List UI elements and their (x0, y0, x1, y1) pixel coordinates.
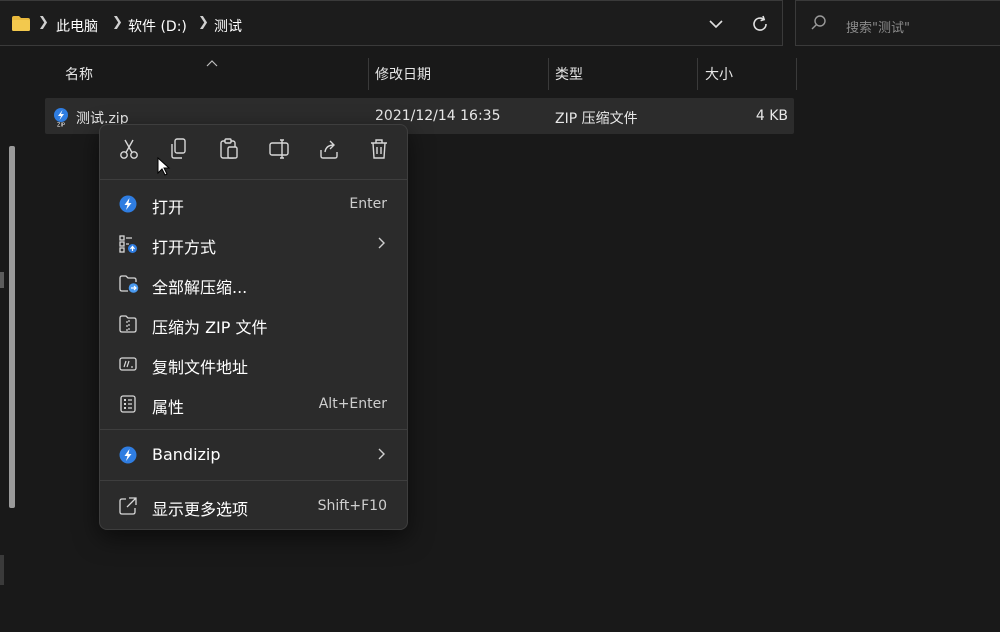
menu-item-label: 打开方式 (152, 238, 217, 257)
menu-item-open-with[interactable]: 打开方式 (100, 225, 407, 263)
menu-item-open[interactable]: 打开 Enter (100, 185, 407, 223)
column-header-modified[interactable]: 修改日期 (375, 64, 431, 84)
delete-icon[interactable] (368, 137, 390, 165)
refresh-icon[interactable] (750, 14, 770, 38)
copy-path-icon (118, 354, 138, 378)
file-type: ZIP 压缩文件 (555, 111, 638, 127)
column-divider[interactable] (697, 58, 698, 90)
chevron-right-icon (377, 445, 387, 467)
cut-icon[interactable] (118, 137, 140, 165)
chevron-right-icon: ❯ (112, 15, 123, 30)
menu-item-compress-zip[interactable]: 压缩为 ZIP 文件 (100, 305, 407, 343)
bandizip-icon (118, 445, 138, 469)
search-icon (810, 14, 828, 36)
column-header-name[interactable]: 名称 (65, 64, 93, 84)
menu-item-properties[interactable]: 属性 Alt+Enter (100, 385, 407, 423)
file-modified: 2021/12/14 16:35 (375, 108, 501, 124)
chevron-down-icon[interactable] (708, 16, 724, 36)
menu-item-extract-all[interactable]: 全部解压缩... (100, 265, 407, 303)
menu-item-copy-path[interactable]: 复制文件地址 (100, 345, 407, 383)
menu-item-label: 压缩为 ZIP 文件 (152, 318, 268, 337)
share-icon[interactable] (318, 137, 340, 165)
sort-ascending-icon (206, 55, 218, 71)
column-divider[interactable] (796, 58, 797, 90)
menu-item-label: 属性 (152, 398, 185, 417)
column-header-size[interactable]: 大小 (705, 64, 733, 84)
breadcrumb-drive[interactable]: 软件 (D:) (128, 16, 187, 36)
search-placeholder: 搜索"测试" (846, 21, 910, 36)
properties-icon (118, 394, 138, 418)
zip-file-icon: ZIP (52, 107, 70, 131)
bandizip-icon (118, 194, 138, 218)
column-divider[interactable] (368, 58, 369, 90)
menu-item-shortcut: Enter (349, 196, 387, 212)
menu-item-shortcut: Shift+F10 (317, 498, 387, 514)
menu-divider (100, 429, 407, 430)
nav-edge-marker (0, 555, 4, 585)
svg-text:ZIP: ZIP (57, 123, 65, 128)
mouse-cursor-icon (157, 156, 171, 181)
paste-icon[interactable] (218, 137, 240, 165)
menu-item-label: 复制文件地址 (152, 358, 249, 377)
menu-item-bandizip[interactable]: Bandizip (100, 436, 407, 474)
breadcrumb-this-pc[interactable]: 此电脑 (56, 16, 98, 36)
menu-divider (100, 179, 407, 180)
show-more-icon (118, 496, 138, 520)
column-divider[interactable] (548, 58, 549, 90)
file-size: 4 KB (755, 108, 788, 124)
menu-item-label: 打开 (152, 198, 185, 217)
menu-item-label: 显示更多选项 (152, 500, 249, 519)
nav-edge-marker (0, 272, 4, 288)
chevron-right-icon (377, 234, 387, 256)
chevron-right-icon: ❯ (38, 15, 49, 30)
rename-icon[interactable] (268, 137, 290, 165)
menu-item-shortcut: Alt+Enter (318, 396, 387, 412)
menu-divider (100, 480, 407, 481)
chevron-right-icon: ❯ (198, 15, 209, 30)
menu-item-label: Bandizip (152, 445, 221, 464)
extract-all-icon (118, 274, 140, 298)
copy-icon[interactable] (168, 137, 190, 165)
folder-icon (11, 15, 31, 36)
column-header-type[interactable]: 类型 (555, 64, 583, 84)
nav-scrollbar[interactable] (9, 146, 15, 508)
context-menu: 打开 Enter 打开方式 全部解压缩... 压缩为 ZIP 文件 复制文件地址 (99, 124, 408, 530)
breadcrumb-folder[interactable]: 测试 (214, 16, 242, 36)
open-with-icon (118, 234, 138, 258)
search-box[interactable]: 搜索"测试" (795, 0, 1000, 46)
menu-item-label: 全部解压缩... (152, 278, 248, 297)
menu-item-show-more[interactable]: 显示更多选项 Shift+F10 (100, 487, 407, 525)
address-bar[interactable]: ❯ 此电脑 ❯ 软件 (D:) ❯ 测试 (0, 0, 783, 46)
compress-zip-icon (118, 314, 138, 338)
